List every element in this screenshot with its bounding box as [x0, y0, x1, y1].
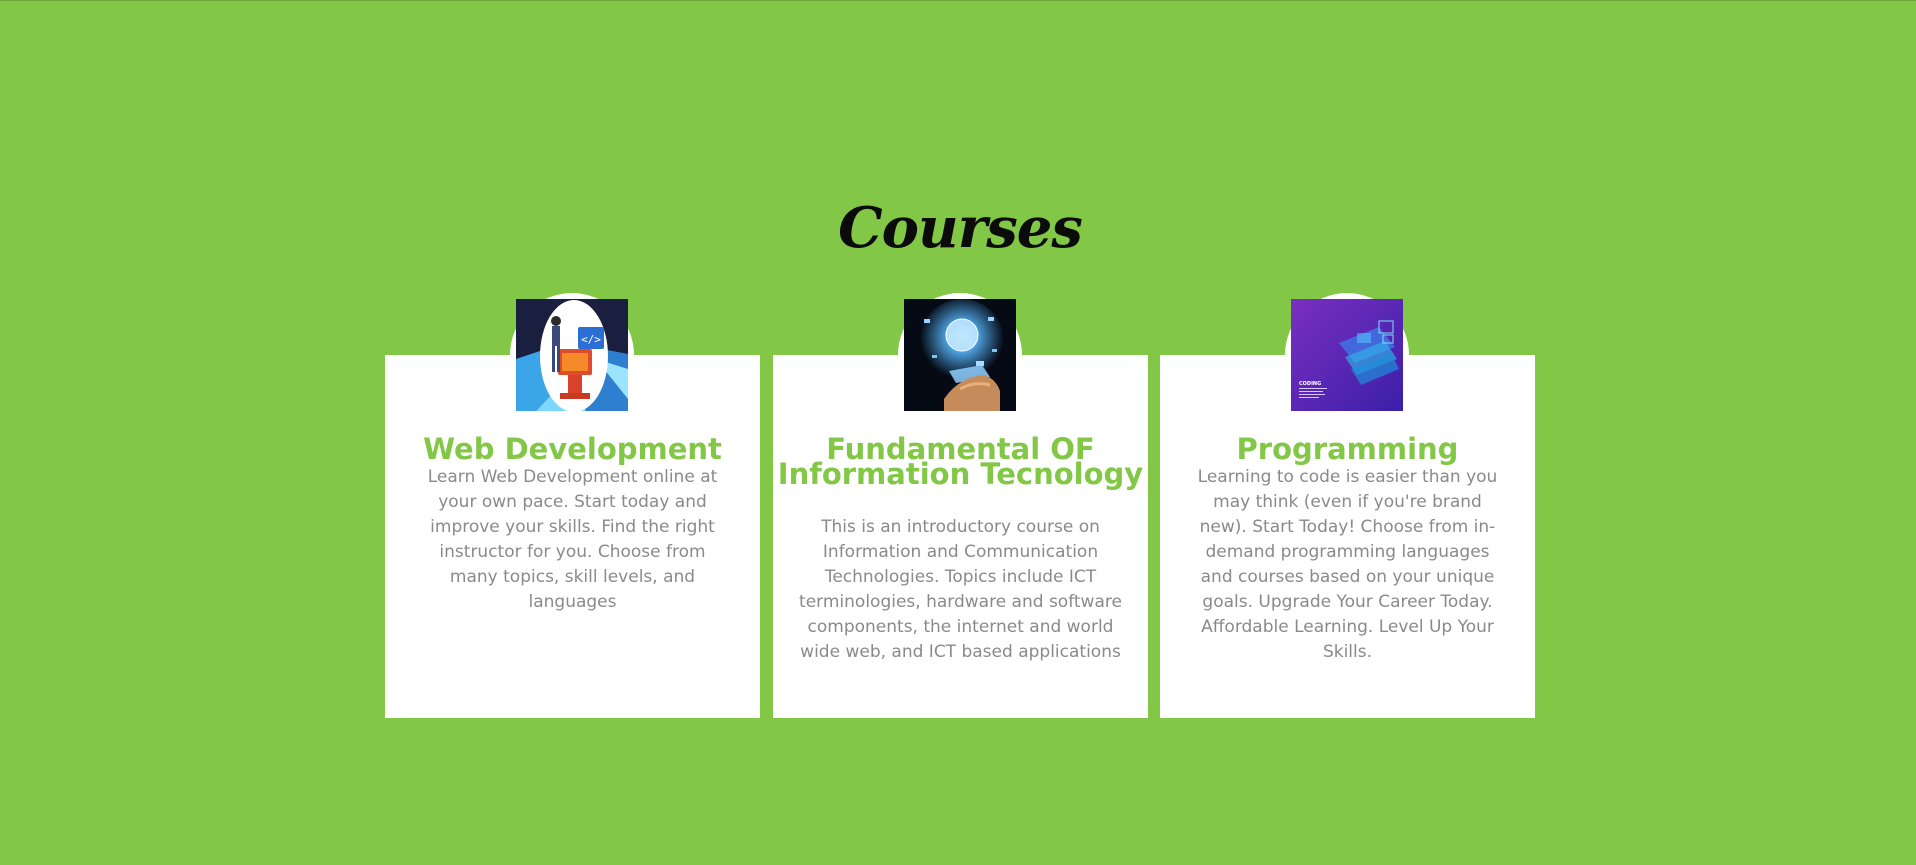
web-development-image: </> — [516, 299, 628, 411]
course-title: Fundamental OF Information Tecnology — [777, 432, 1144, 491]
course-card-programming[interactable]: CODING Programming Learning to code is e… — [1160, 293, 1535, 718]
course-card-information-technology[interactable]: Fundamental OF Information Tecnology Thi… — [773, 293, 1148, 718]
course-description: This is an introductory course on Inform… — [799, 517, 1122, 662]
courses-grid: </> Web Development Learn Web Developmen… — [385, 293, 1535, 718]
course-title: Programming — [1236, 432, 1459, 466]
svg-text:</>: </> — [581, 333, 601, 346]
programming-image: CODING — [1291, 299, 1403, 411]
course-description: Learning to code is easier than you may … — [1197, 467, 1498, 662]
information-technology-image — [904, 299, 1016, 411]
course-title: Web Development — [423, 432, 722, 466]
svg-text:CODING: CODING — [1299, 381, 1321, 387]
course-description: Learn Web Development online at your own… — [427, 467, 718, 612]
top-divider — [0, 0, 1916, 1]
section-title: Courses — [838, 195, 1083, 261]
course-card-web-development[interactable]: </> Web Development Learn Web Developmen… — [385, 293, 760, 718]
